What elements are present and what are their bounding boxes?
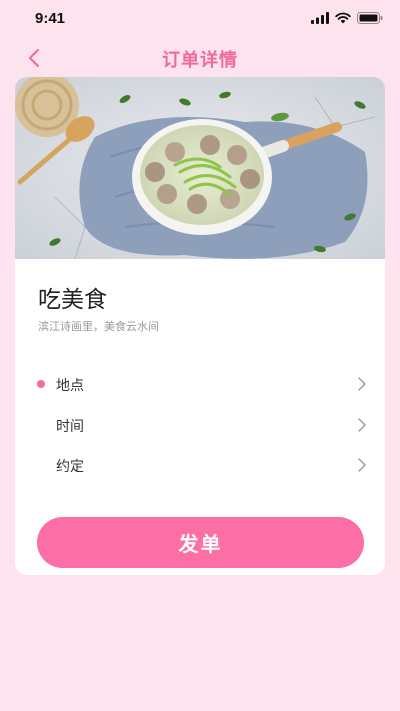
battery-icon [357, 12, 383, 24]
chevron-right-icon [358, 418, 366, 432]
chevron-right-icon [358, 458, 366, 472]
submit-order-button[interactable]: 发单 [37, 517, 364, 568]
product-title: 吃美食 [38, 287, 107, 313]
menu-item-agreement[interactable]: 约定 [15, 445, 385, 485]
food-photo [15, 77, 385, 259]
menu-item-label: 时间 [56, 419, 84, 435]
nav-bar: 订单详情 [0, 40, 400, 76]
active-dot [37, 380, 45, 388]
wifi-icon [335, 12, 351, 24]
order-detail-card: 吃美食 滨江诗画里，美食云水间 地点 时间 约定 发单 [15, 77, 385, 575]
menu-item-location[interactable]: 地点 [15, 364, 385, 404]
chevron-right-icon [358, 377, 366, 391]
menu-item-label: 约定 [56, 459, 84, 475]
product-subtitle: 滨江诗画里，美食云水间 [38, 320, 159, 333]
menu-item-label: 地点 [56, 378, 84, 394]
cellular-signal-icon [311, 12, 329, 24]
status-bar: 9:41 [0, 0, 400, 40]
page-title: 订单详情 [162, 50, 238, 71]
menu-item-time[interactable]: 时间 [15, 405, 385, 445]
status-time: 9:41 [35, 10, 66, 27]
status-icons [311, 12, 383, 24]
